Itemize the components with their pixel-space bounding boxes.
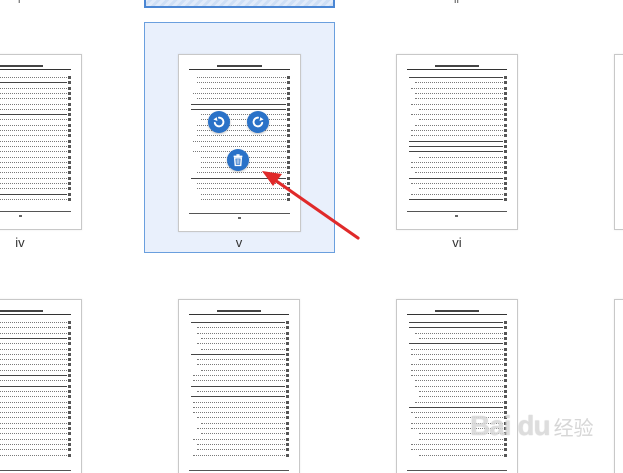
annotation-arrow-icon	[262, 171, 360, 240]
watermark-sub: 经验	[553, 417, 594, 440]
watermark-logo: Bai du	[470, 410, 551, 441]
page-thumbnail-grid: i ii iv v vi Bai du 经验	[0, 0, 623, 473]
watermark: Bai du 经验	[470, 410, 594, 442]
